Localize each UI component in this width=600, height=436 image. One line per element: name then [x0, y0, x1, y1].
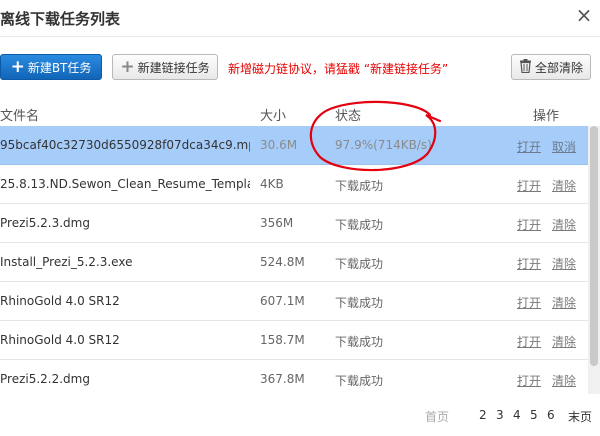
new-link-task-label: 新建链接任务	[137, 60, 210, 75]
row-status: 下载成功	[335, 257, 384, 271]
table-row[interactable]: 25.8.13.ND.Sewon_Clean_Resume_Templat...…	[0, 165, 600, 204]
cancel-link[interactable]: 取消	[552, 138, 576, 155]
row-size: 4KB	[260, 177, 284, 191]
open-link[interactable]: 打开	[517, 216, 541, 233]
last-page-link[interactable]: 末页	[568, 408, 592, 425]
plus-icon: +	[120, 56, 135, 77]
page-link[interactable]: 5	[530, 408, 538, 422]
scrollbar-thumb[interactable]	[590, 126, 598, 366]
clear-link[interactable]: 清除	[552, 333, 576, 350]
row-filename: 95bcaf40c32730d6550928f07dca34c9.mp4	[0, 138, 250, 152]
header-status: 状态	[335, 109, 362, 124]
page-link[interactable]: 6	[547, 408, 555, 422]
toolbar: + 新建BT任务 + 新建链接任务 新增磁力链协议，请猛戳 “新建链接任务” 全…	[0, 48, 600, 88]
clear-link[interactable]: 清除	[552, 216, 576, 233]
pagination: 首页 2 3 4 5 6 末页	[0, 400, 600, 430]
clear-all-button[interactable]: 全部清除	[511, 54, 591, 80]
table-row[interactable]: 95bcaf40c32730d6550928f07dca34c9.mp4 30.…	[0, 126, 600, 165]
clear-link[interactable]: 清除	[552, 372, 576, 389]
open-link[interactable]: 打开	[517, 138, 541, 155]
table-row[interactable]: RhinoGold 4.0 SR12 607.1M 下载成功 打开 清除	[0, 282, 600, 321]
row-filename: RhinoGold 4.0 SR12	[0, 294, 120, 308]
close-icon[interactable]: ×	[574, 4, 594, 26]
header-size: 大小	[260, 109, 287, 124]
table-row[interactable]: Install_Prezi_5.2.3.exe 524.8M 下载成功 打开 清…	[0, 243, 600, 282]
open-link[interactable]: 打开	[517, 255, 541, 272]
row-filename: Prezi5.2.3.dmg	[0, 216, 90, 230]
new-link-task-button[interactable]: + 新建链接任务	[112, 54, 218, 80]
clear-all-label: 全部清除	[534, 60, 583, 75]
open-link[interactable]: 打开	[517, 177, 541, 194]
page-link[interactable]: 4	[513, 408, 521, 422]
row-size: 158.7M	[260, 333, 305, 347]
row-status: 下载成功	[335, 179, 384, 193]
table-row[interactable]: Prezi5.2.3.dmg 356M 下载成功 打开 清除	[0, 204, 600, 243]
row-size: 607.1M	[260, 294, 305, 308]
first-page-link: 首页	[425, 410, 450, 424]
clear-link[interactable]: 清除	[552, 177, 576, 194]
open-link[interactable]: 打开	[517, 333, 541, 350]
header-filename: 文件名	[0, 109, 40, 124]
row-filename: RhinoGold 4.0 SR12	[0, 333, 120, 347]
clear-link[interactable]: 清除	[552, 255, 576, 272]
title-bar: 离线下载任务列表 ×	[0, 0, 600, 37]
page-link[interactable]: 2	[479, 408, 487, 422]
clear-link[interactable]: 清除	[552, 294, 576, 311]
row-status: 下载成功	[335, 218, 384, 232]
vertical-scrollbar[interactable]	[588, 126, 600, 394]
table-row[interactable]: Prezi5.2.2.dmg 367.8M 下载成功 打开 清除	[0, 360, 600, 394]
row-filename: Prezi5.2.2.dmg	[0, 372, 90, 386]
row-filename: Install_Prezi_5.2.3.exe	[0, 255, 133, 269]
plus-icon: +	[10, 56, 25, 77]
row-size: 524.8M	[260, 255, 305, 269]
new-bt-task-label: 新建BT任务	[27, 60, 92, 75]
row-size: 356M	[260, 216, 294, 230]
magnet-protocol-notice: 新增磁力链协议，请猛戳 “新建链接任务”	[228, 62, 449, 76]
row-size: 30.6M	[260, 138, 298, 152]
new-bt-task-button[interactable]: + 新建BT任务	[0, 54, 102, 80]
row-status: 97.9%(714KB/s)	[335, 138, 432, 152]
open-link[interactable]: 打开	[517, 372, 541, 389]
trash-icon	[519, 58, 532, 76]
open-link[interactable]: 打开	[517, 294, 541, 311]
row-status: 下载成功	[335, 335, 384, 349]
table-row[interactable]: RhinoGold 4.0 SR12 158.7M 下载成功 打开 清除	[0, 321, 600, 360]
row-filename: 25.8.13.ND.Sewon_Clean_Resume_Templat...	[0, 177, 250, 191]
row-status: 下载成功	[335, 374, 384, 388]
header-action: 操作	[533, 109, 560, 124]
table-header: 文件名 大小 状态 操作	[0, 100, 600, 126]
row-status: 下载成功	[335, 296, 384, 310]
window-title: 离线下载任务列表	[0, 10, 121, 28]
page-link[interactable]: 3	[496, 408, 504, 422]
task-list: 95bcaf40c32730d6550928f07dca34c9.mp4 30.…	[0, 126, 600, 394]
row-size: 367.8M	[260, 372, 305, 386]
